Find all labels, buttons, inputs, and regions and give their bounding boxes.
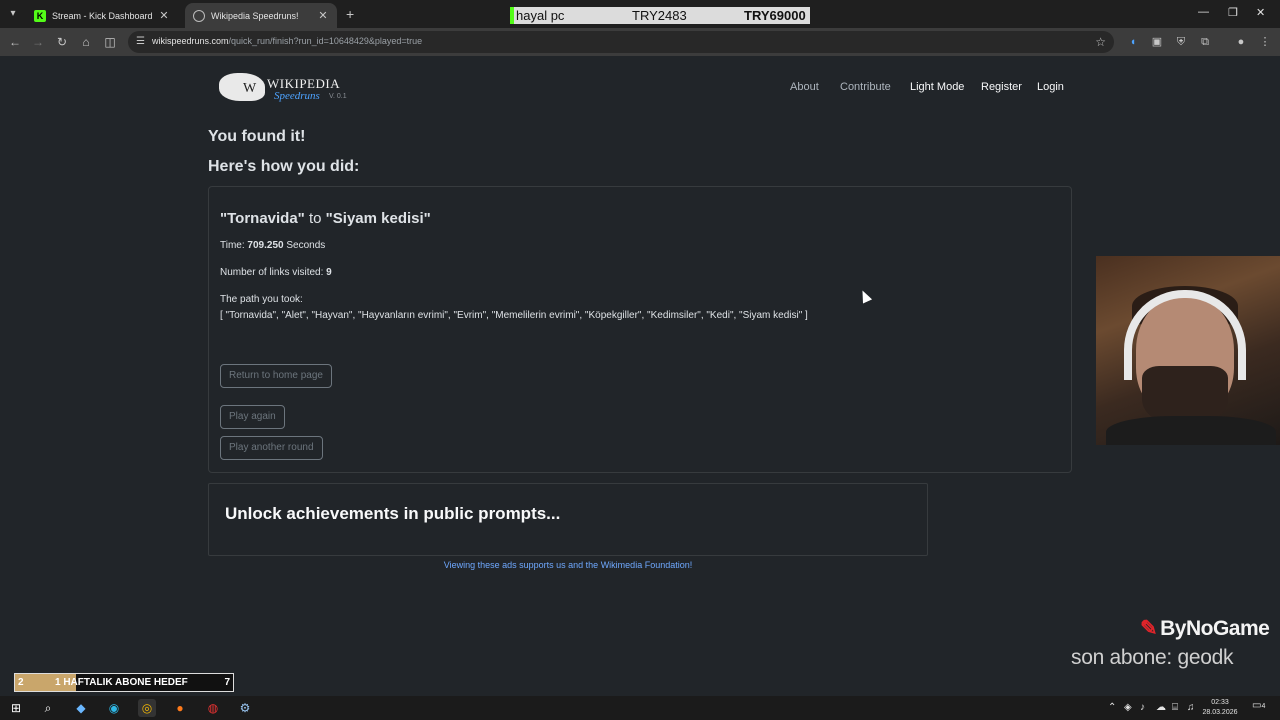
path-label: The path you took: — [220, 294, 303, 305]
system-clock[interactable]: 02:33 28.03.2026 — [1200, 698, 1240, 718]
found-heading: You found it! — [208, 128, 306, 145]
close-window-icon[interactable]: ✕ — [1256, 6, 1265, 19]
back-arrow-icon[interactable]: ← — [7, 34, 23, 50]
windows-start-icon[interactable]: ⊞ — [7, 699, 25, 717]
extension-screen-icon[interactable]: ▣ — [1150, 35, 1164, 49]
tray-chevron-icon[interactable]: ⌃ — [1108, 702, 1116, 713]
logo-subtitle: Speedruns — [274, 90, 320, 102]
ad-support-note[interactable]: Viewing these ads supports us and the Wi… — [208, 560, 1072, 570]
last-subscriber: son abone: geodk — [1071, 646, 1234, 669]
end-article: "Siyam kedisi" — [325, 210, 431, 227]
route-to: to — [308, 210, 322, 227]
windows-taskbar: ⊞ ⌕ ◆ ◉ ◎ ● ◍ ⚙ ⌃ ◈ ♪ ☁ ⌸ ♫ 02:33 28.03.… — [0, 696, 1280, 720]
ad-text: Unlock achievements in public prompts... — [225, 504, 561, 523]
microphone-icon[interactable]: ♪ — [1140, 702, 1145, 713]
tab-wikipedia-speedruns[interactable]: Wikipedia Speedruns! ✕ — [185, 3, 337, 28]
reload-icon[interactable]: ↻ — [54, 34, 70, 50]
extension-audio-icon[interactable]: ◖ — [1126, 35, 1140, 49]
search-icon[interactable]: ⌕ — [39, 699, 57, 717]
play-again-button[interactable]: Play again — [220, 405, 285, 429]
overlay-name: hayal pc — [516, 8, 565, 23]
network-icon[interactable]: ⌸ — [1172, 702, 1178, 713]
nav-contribute-link[interactable]: Contribute — [840, 81, 891, 93]
tray-app-icon[interactable]: ◈ — [1124, 702, 1132, 713]
version-label: V. 0.1 — [329, 93, 347, 100]
notifications-icon[interactable]: ▭4 — [1252, 700, 1268, 716]
tray-cloud-icon[interactable]: ☁ — [1156, 702, 1166, 713]
path-list: [ "Tornavida", "Alet", "Hayvan", "Hayvan… — [220, 310, 808, 321]
browser-toolbar: ← → ↻ ⌂ ◫ ☰ wikispeedruns.com/quick_run/… — [0, 28, 1280, 56]
edge-icon[interactable]: ◉ — [105, 699, 123, 717]
overlay-value-2: TRY69000 — [744, 8, 806, 23]
chrome-icon[interactable]: ◎ — [138, 699, 156, 717]
profile-avatar-icon[interactable]: ● — [1234, 35, 1248, 49]
nav-about-link[interactable]: About — [790, 81, 819, 93]
firefox-icon[interactable]: ● — [171, 699, 189, 717]
site-logo[interactable]: WIKIPEDIA Speedruns V. 0.1 — [219, 71, 359, 105]
home-icon[interactable]: ⌂ — [78, 34, 94, 50]
site-info-icon[interactable]: ☰ — [136, 36, 145, 47]
close-tab-icon[interactable]: ✕ — [317, 9, 329, 22]
tab-title: Stream - Kick Dashboard — [52, 10, 153, 21]
extensions-puzzle-icon[interactable]: ⧉ — [1198, 35, 1212, 49]
result-card: "Tornavida" to "Siyam kedisi" Time: 709.… — [208, 186, 1072, 473]
links-line: Number of links visited: 9 — [220, 267, 332, 278]
goal-start: 2 — [18, 677, 24, 688]
close-tab-icon[interactable]: ✕ — [158, 9, 170, 22]
overlay-value-1: TRY2483 — [632, 8, 687, 23]
browser-tab-bar: ▾ K Stream - Kick Dashboard ✕ Wikipedia … — [0, 0, 1280, 28]
app-icon[interactable]: ◆ — [72, 699, 90, 717]
tab-title: Wikipedia Speedruns! — [211, 10, 299, 21]
tab-kick-dashboard[interactable]: K Stream - Kick Dashboard ✕ — [26, 3, 178, 28]
minimize-icon[interactable]: — — [1198, 6, 1209, 18]
nav-login-link[interactable]: Login — [1037, 81, 1064, 93]
sub-goal-bar: 2 1 HAFTALIK ABONE HEDEF 7 — [14, 673, 234, 692]
address-bar[interactable]: ☰ wikispeedruns.com/quick_run/finish?run… — [128, 31, 1114, 53]
return-home-button[interactable]: Return to home page — [220, 364, 332, 388]
start-article: "Tornavida" — [220, 210, 305, 227]
play-another-round-button[interactable]: Play another round — [220, 436, 323, 460]
brand-logo-icon: ✎ — [1140, 617, 1158, 640]
globe-favicon-icon — [193, 9, 205, 22]
kick-favicon-icon: K — [34, 9, 46, 22]
split-view-icon[interactable]: ◫ — [102, 34, 118, 50]
nav-light-mode-link[interactable]: Light Mode — [910, 81, 964, 93]
steam-icon[interactable]: ⚙ — [236, 699, 254, 717]
obs-icon[interactable]: ◍ — [204, 699, 222, 717]
ad-banner[interactable]: Unlock achievements in public prompts... — [208, 483, 928, 556]
page-content: WIKIPEDIA Speedruns V. 0.1 About Contrib… — [0, 56, 1280, 696]
goal-text: 1 HAFTALIK ABONE HEDEF — [55, 677, 188, 688]
links-value: 9 — [326, 267, 332, 278]
webcam-overlay — [1096, 256, 1280, 445]
wikipedia-globe-icon — [219, 73, 265, 101]
new-tab-icon[interactable]: + — [346, 6, 354, 22]
restore-icon[interactable]: ❐ — [1228, 6, 1238, 19]
extension-shield-icon[interactable]: ⛨ — [1174, 35, 1188, 49]
forward-arrow-icon[interactable]: → — [30, 34, 46, 50]
url-text[interactable]: wikispeedruns.com/quick_run/finish?run_i… — [152, 36, 422, 46]
streamer-brand: ✎ ByNoGame — [1140, 617, 1270, 640]
time-line: Time: 709.250 Seconds — [220, 240, 326, 251]
volume-icon[interactable]: ♫ — [1187, 702, 1195, 713]
route-title: "Tornavida" to "Siyam kedisi" — [220, 210, 431, 227]
browser-menu-icon[interactable]: ⋮ — [1258, 35, 1272, 49]
nav-register-link[interactable]: Register — [981, 81, 1022, 93]
tab-search-icon[interactable]: ▾ — [4, 5, 22, 23]
time-value: 709.250 — [247, 240, 284, 251]
stream-top-overlay: hayal pc TRY2483 TRY69000 — [510, 7, 810, 24]
bookmark-star-icon[interactable]: ☆ — [1095, 35, 1106, 49]
goal-end: 7 — [224, 677, 230, 688]
how-heading: Here's how you did: — [208, 158, 360, 175]
